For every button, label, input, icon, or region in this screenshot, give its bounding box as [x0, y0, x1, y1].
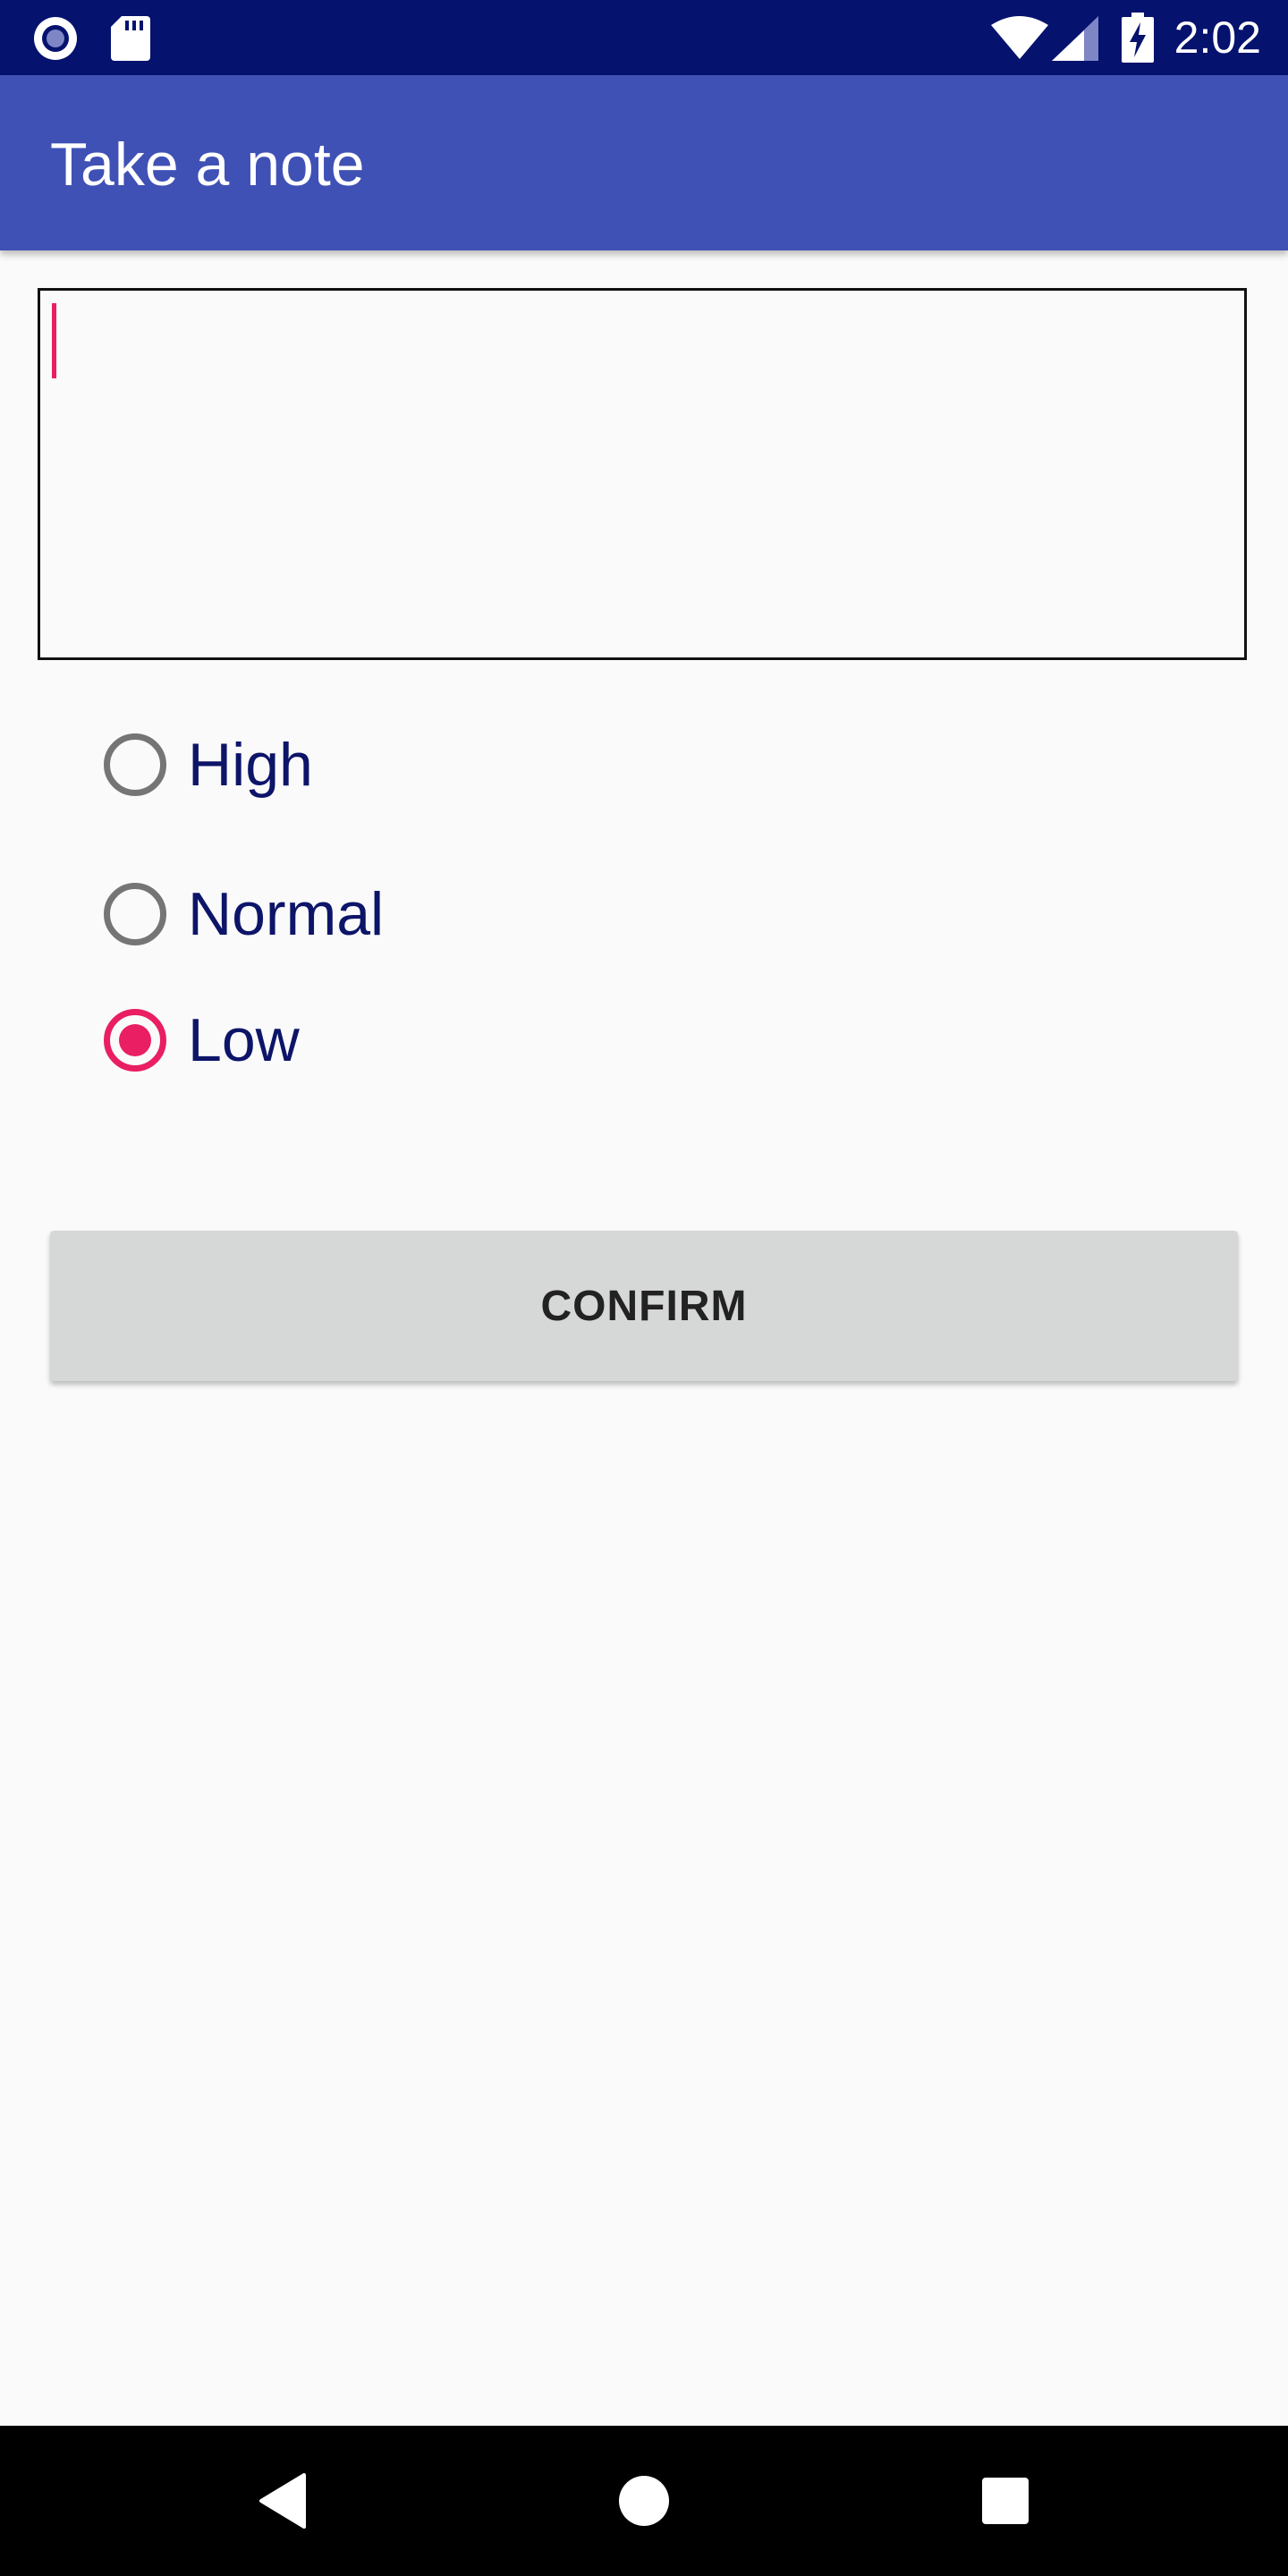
battery-charging-icon: [1122, 13, 1154, 63]
app-title: Take a note: [50, 131, 365, 199]
status-time: 2:02: [1174, 13, 1261, 63]
radio-normal-circle[interactable]: [104, 883, 166, 945]
radio-low-selected-dot: [119, 1024, 151, 1056]
text-cursor: [52, 303, 56, 378]
home-icon: [619, 2476, 669, 2526]
radio-low[interactable]: Low: [104, 1000, 300, 1080]
cellular-signal-icon: [1052, 16, 1098, 61]
radio-normal[interactable]: Normal: [104, 874, 384, 954]
radio-low-label: Low: [188, 1006, 300, 1074]
note-input[interactable]: [40, 291, 1244, 657]
confirm-button-label: CONFIRM: [540, 1282, 748, 1330]
recents-icon: [982, 2478, 1029, 2524]
home-button[interactable]: [599, 2456, 689, 2546]
back-icon: [259, 2473, 306, 2529]
confirm-button[interactable]: CONFIRM: [50, 1231, 1238, 1381]
app-bar: Take a note: [0, 75, 1288, 250]
nav-bar: [0, 2426, 1288, 2576]
radio-high-circle[interactable]: [104, 733, 166, 796]
screen: 2:02 Take a note High Normal Low CONFIRM: [0, 0, 1288, 2576]
radio-high-label: High: [188, 731, 313, 799]
note-box: [38, 288, 1247, 660]
radio-normal-label: Normal: [188, 880, 385, 948]
radio-low-circle[interactable]: [104, 1009, 166, 1072]
back-button[interactable]: [238, 2456, 327, 2546]
recents-button[interactable]: [961, 2456, 1050, 2546]
sd-card-icon: [111, 16, 150, 61]
record-icon: [34, 17, 77, 60]
wifi-icon: [991, 16, 1048, 59]
radio-high[interactable]: High: [104, 724, 313, 805]
status-bar: 2:02: [0, 0, 1288, 75]
